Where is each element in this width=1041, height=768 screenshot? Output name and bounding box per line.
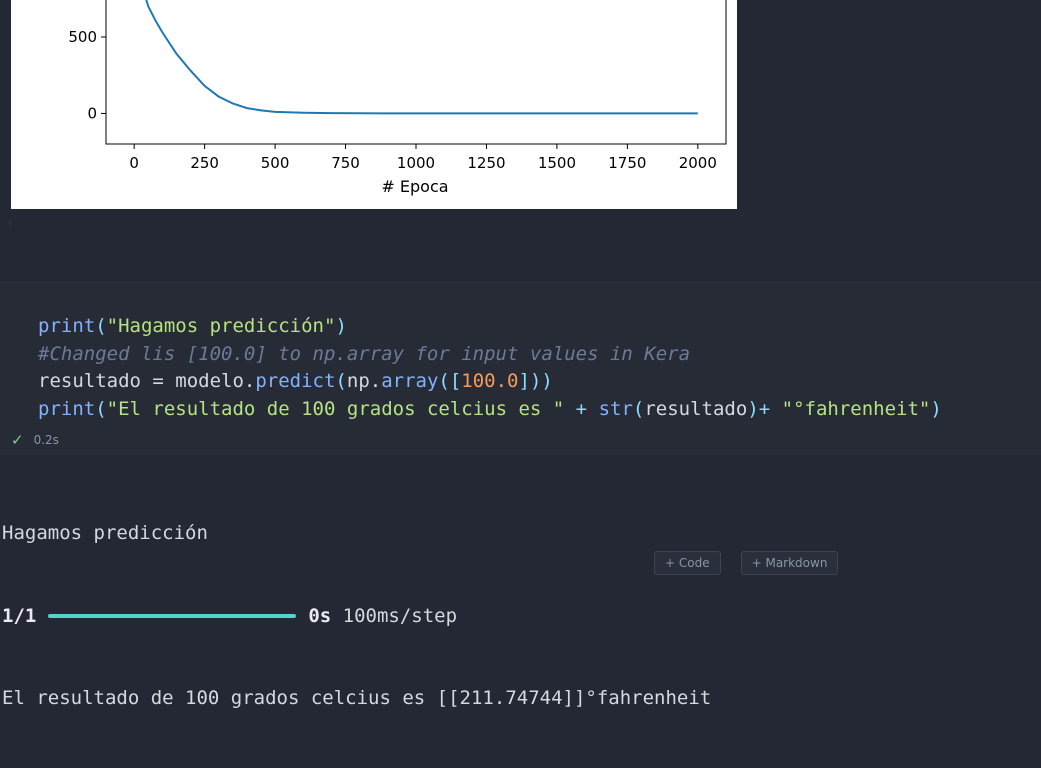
x-tick-label: 250	[190, 154, 219, 172]
output-line-progress: 1/1 0s 100ms/step	[2, 603, 711, 631]
progress-step: 1/1	[2, 604, 37, 627]
progress-time: 0s	[308, 604, 332, 627]
collapse-output-icon[interactable]: ‹	[8, 216, 12, 229]
execution-time: 0.2s	[33, 433, 59, 447]
x-axis-label: # Epoca	[381, 177, 448, 196]
x-tick-label: 750	[331, 154, 360, 172]
add-code-button[interactable]: + Code	[654, 551, 721, 575]
y-tick-label: 0	[87, 104, 97, 122]
loss-chart: 02505007501000125015001750200005001000 #…	[68, 0, 727, 196]
cell-output: Hagamos predicción 1/1 0s 100ms/step El …	[0, 455, 1041, 709]
x-tick-label: 0	[129, 154, 139, 172]
code-line-3: resultado = modelo.predict(np.array([100…	[38, 370, 553, 393]
add-cell-toolbar: + Code + Markdown	[654, 551, 839, 575]
x-tick-label: 1750	[608, 154, 646, 172]
progress-rate: 100ms/step	[342, 604, 458, 627]
y-tick-label: 500	[68, 28, 97, 46]
code-line-1: print("Hagamos predicción")	[38, 315, 347, 337]
code-line-4: print("El resultado de 100 grados celciu…	[38, 398, 942, 421]
output-text: Hagamos predicción 1/1 0s 100ms/step El …	[2, 465, 711, 768]
code-editor[interactable]: print("Hagamos predicción") #Changed lis…	[38, 313, 942, 424]
x-tick-label: 2000	[679, 154, 717, 172]
check-icon: ✓	[11, 431, 24, 449]
add-markdown-button[interactable]: + Markdown	[740, 551, 839, 575]
x-tick-label: 1000	[397, 154, 435, 172]
series-line-1	[145, 0, 698, 115]
output-line-1: Hagamos predicción	[2, 522, 208, 544]
plot-output: 02505007501000125015001750200005001000 #…	[11, 0, 737, 209]
plot-frame	[105, 0, 727, 145]
execution-status: ✓ 0.2s	[11, 431, 59, 449]
output-line-3: El resultado de 100 grados celcius es [[…	[2, 687, 712, 709]
x-tick-label: 1250	[467, 154, 505, 172]
code-line-2: #Changed lis [100.0] to np.array for inp…	[38, 342, 691, 365]
progress-bar	[48, 614, 297, 619]
code-cell[interactable]: print("Hagamos predicción") #Changed lis…	[0, 283, 1041, 455]
x-tick-label: 1500	[538, 154, 576, 172]
x-tick-label: 500	[261, 154, 290, 172]
